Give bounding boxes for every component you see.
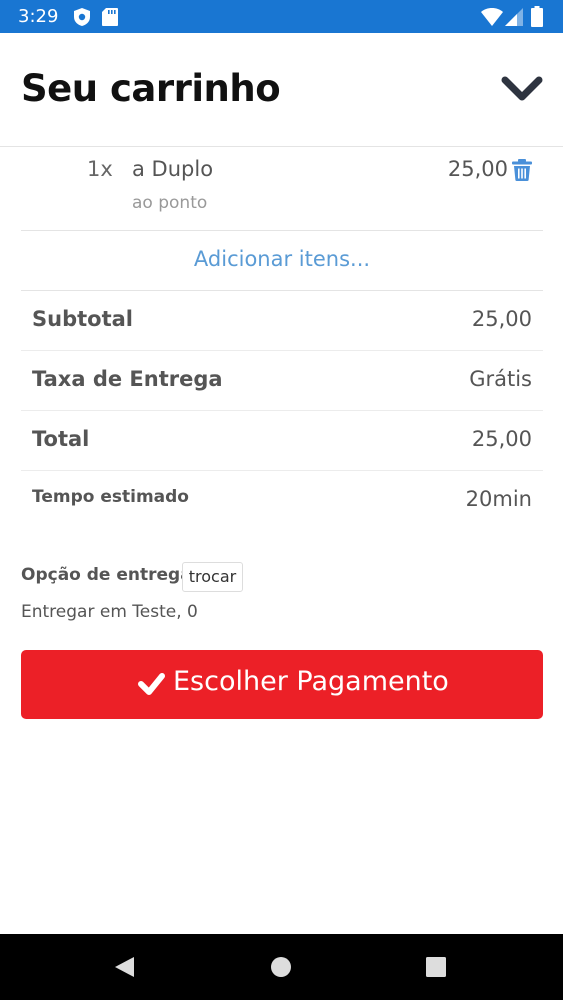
chevron-down-icon[interactable] <box>500 73 544 107</box>
total-label: Total <box>32 427 90 451</box>
delivery-fee-row: Taxa de Entrega Grátis <box>21 351 543 411</box>
cart-item: 1x a Duplo ao ponto 25,00 <box>21 147 543 231</box>
wifi-icon <box>481 8 503 26</box>
add-items-link[interactable]: Adicionar itens... <box>194 247 370 271</box>
delivery-option-label: Opção de entrega <box>21 565 192 585</box>
change-delivery-button[interactable]: trocar <box>182 562 243 592</box>
choose-payment-button[interactable]: Escolher Pagamento <box>21 650 543 719</box>
delivery-address: Entregar em Teste, 0 <box>21 602 198 622</box>
item-name: a Duplo <box>132 157 214 181</box>
item-quantity: 1x <box>87 157 113 181</box>
estimated-time-value: 20min <box>465 487 532 511</box>
subtotal-value: 25,00 <box>471 307 532 331</box>
choose-payment-label: Escolher Pagamento <box>173 666 449 697</box>
cart-header: Seu carrinho <box>0 33 563 147</box>
sd-card-icon <box>102 8 118 26</box>
back-icon[interactable] <box>113 955 135 979</box>
total-row: Total 25,00 <box>21 411 543 471</box>
trash-icon[interactable] <box>512 159 532 181</box>
item-price: 25,00 <box>447 157 508 181</box>
estimated-time-label: Tempo estimado <box>32 487 189 507</box>
delivery-fee-label: Taxa de Entrega <box>32 367 223 391</box>
total-value: 25,00 <box>471 427 532 451</box>
status-bar: 3:29 <box>0 0 563 33</box>
subtotal-label: Subtotal <box>32 307 133 331</box>
check-icon <box>138 673 165 695</box>
signal-icon <box>505 8 523 26</box>
recent-apps-icon[interactable] <box>426 957 446 977</box>
item-note: ao ponto <box>132 193 208 213</box>
battery-icon <box>531 6 543 27</box>
status-time: 3:29 <box>18 6 59 27</box>
delivery-fee-value: Grátis <box>469 367 532 391</box>
add-items-row: Adicionar itens... <box>21 231 543 291</box>
estimated-time-row: Tempo estimado 20min <box>21 471 543 531</box>
home-icon[interactable] <box>270 956 292 978</box>
navigation-bar <box>0 934 563 1000</box>
shield-icon <box>74 8 90 26</box>
subtotal-row: Subtotal 25,00 <box>21 291 543 351</box>
page-title: Seu carrinho <box>21 67 281 110</box>
